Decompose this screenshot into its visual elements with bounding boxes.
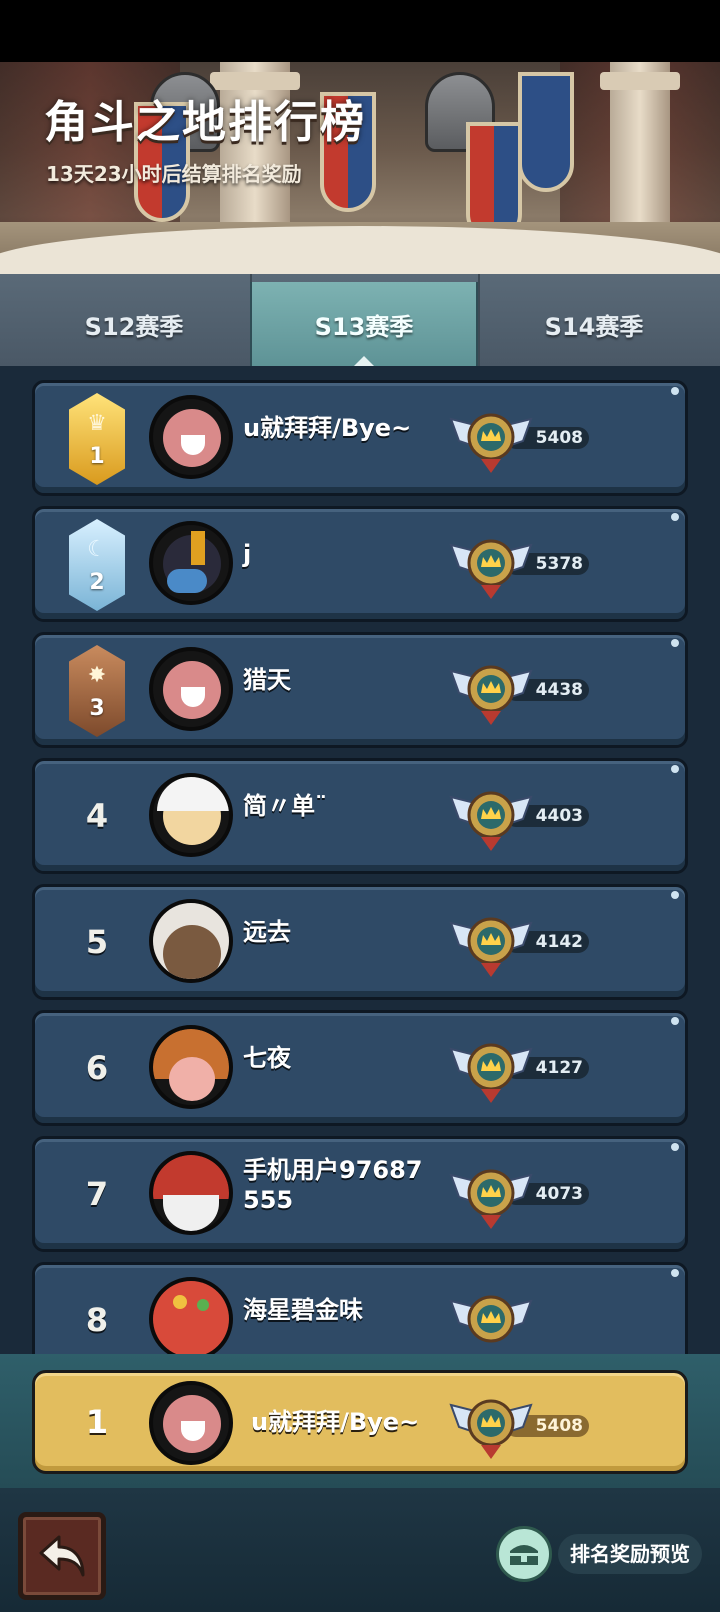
table-row[interactable]: ♛ 1 u就拜拜/Bye~ 5408 xyxy=(32,380,688,496)
player-name: j xyxy=(243,540,252,568)
winged-crown-badge-icon xyxy=(449,1399,533,1459)
player-name-line2: 555 xyxy=(243,1186,294,1214)
my-rank-panel: 1 u就拜拜/Bye~ 5408 xyxy=(0,1354,720,1488)
tab-s14[interactable]: S14赛季 xyxy=(480,282,708,366)
my-player-name: u就拜拜/Bye~ xyxy=(251,1408,420,1436)
avatar[interactable] xyxy=(149,395,233,479)
rank-number: 4 xyxy=(85,797,109,835)
avatar[interactable] xyxy=(149,521,233,605)
back-arrow-icon xyxy=(39,1535,85,1577)
rank-number: 8 xyxy=(85,1301,109,1339)
winged-crown-badge-icon xyxy=(449,539,533,599)
page-title: 角斗之地排行榜 xyxy=(44,97,366,148)
avatar[interactable] xyxy=(149,1277,233,1354)
avatar[interactable] xyxy=(149,1151,233,1235)
player-name: 海星碧金味 xyxy=(243,1296,363,1324)
table-row[interactable]: 8 海星碧金味 xyxy=(32,1262,688,1354)
winged-crown-badge-icon xyxy=(449,791,533,851)
player-name: 远去 xyxy=(243,918,291,946)
table-row[interactable]: 6 七夜 4127 xyxy=(32,1010,688,1126)
rank-number: 3 xyxy=(89,696,105,721)
rank-number: 1 xyxy=(89,444,105,469)
bottom-bar: 排名奖励预览 xyxy=(0,1488,720,1612)
player-name-line1: 手机用户97687 xyxy=(243,1156,423,1184)
table-row[interactable]: 4 简〃单¨ 4403 xyxy=(32,758,688,874)
table-row[interactable]: 7 手机用户97687 555 4073 xyxy=(32,1136,688,1252)
season-tabs: S12赛季 S13赛季 S14赛季 xyxy=(0,274,720,366)
avatar[interactable] xyxy=(149,1025,233,1109)
winged-crown-badge-icon xyxy=(449,1295,533,1343)
reward-preview-label: 排名奖励预览 xyxy=(558,1534,702,1574)
table-row[interactable]: ☾ 2 j 5378 xyxy=(32,506,688,622)
rank-number: 6 xyxy=(85,1049,109,1087)
player-name: 手机用户97687 555 xyxy=(243,1155,443,1215)
silver-medal-icon: ☾ 2 xyxy=(69,519,125,611)
player-name: u就拜拜/Bye~ xyxy=(243,414,412,442)
table-row[interactable]: ✸ 3 猎天 4438 xyxy=(32,632,688,748)
tab-s12[interactable]: S12赛季 xyxy=(20,282,248,366)
winged-crown-badge-icon xyxy=(449,1043,533,1103)
player-name: 猎天 xyxy=(243,666,291,694)
status-bar xyxy=(0,0,720,62)
reward-chest-icon xyxy=(496,1526,552,1582)
rank-number: 7 xyxy=(85,1175,109,1213)
avatar[interactable] xyxy=(149,773,233,857)
table-row[interactable]: 5 远去 4142 xyxy=(32,884,688,1000)
settlement-countdown: 13天23小时后结算排名奖励 xyxy=(46,162,302,186)
bronze-medal-icon: ✸ 3 xyxy=(69,645,125,737)
player-name: 简〃单¨ xyxy=(243,792,327,820)
winged-crown-badge-icon xyxy=(449,1169,533,1229)
my-avatar[interactable] xyxy=(149,1381,233,1465)
gold-medal-icon: ♛ 1 xyxy=(69,393,125,485)
winged-crown-badge-icon xyxy=(449,413,533,473)
avatar[interactable] xyxy=(149,899,233,983)
tab-s13[interactable]: S13赛季 xyxy=(250,282,478,366)
avatar[interactable] xyxy=(149,647,233,731)
my-rank-row[interactable]: 1 u就拜拜/Bye~ 5408 xyxy=(32,1370,688,1474)
winged-crown-badge-icon xyxy=(449,665,533,725)
rank-number: 5 xyxy=(85,923,109,961)
back-button[interactable] xyxy=(18,1512,106,1600)
rank-number: 2 xyxy=(89,570,105,595)
leaderboard-list[interactable]: ♛ 1 u就拜拜/Bye~ 5408 ☾ 2 j 5378 ✸ 3 猎天 443… xyxy=(0,366,720,1354)
reward-preview-button[interactable]: 排名奖励预览 xyxy=(496,1524,702,1584)
my-rank-number: 1 xyxy=(85,1403,109,1441)
player-name: 七夜 xyxy=(243,1044,291,1072)
winged-crown-badge-icon xyxy=(449,917,533,977)
